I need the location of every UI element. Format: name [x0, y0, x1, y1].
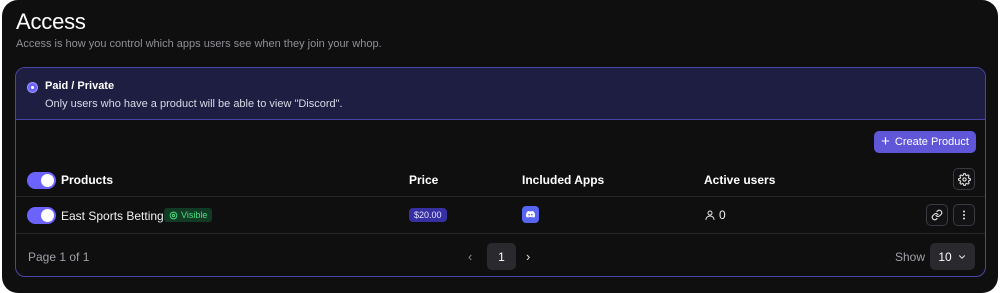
link-icon	[931, 209, 943, 221]
access-option-description: Only users who have a product will be ab…	[45, 98, 343, 110]
plus-icon: +	[881, 133, 890, 150]
header-divider	[16, 196, 985, 197]
create-product-button[interactable]: + Create Product	[874, 131, 976, 153]
visible-badge: Visible	[164, 208, 213, 222]
table-settings-button[interactable]	[953, 168, 975, 190]
page-button-current[interactable]: 1	[487, 243, 516, 270]
column-header-products: Products	[61, 173, 114, 187]
active-users-count: 0	[704, 208, 726, 222]
access-card: Paid / Private Only users who have a pro…	[15, 67, 986, 277]
page-size-value: 10	[938, 249, 952, 264]
page-size-select[interactable]: 10	[930, 243, 975, 270]
page-title: Access	[16, 9, 86, 34]
page-subtitle: Access is how you control which apps use…	[16, 38, 382, 50]
product-name[interactable]: East Sports Betting	[61, 209, 164, 223]
active-users-value: 0	[719, 208, 726, 222]
discord-icon	[522, 206, 539, 223]
more-options-button[interactable]	[953, 204, 975, 226]
row-divider	[16, 233, 985, 234]
access-option-title: Paid / Private	[45, 80, 115, 92]
toggle-product-enabled[interactable]	[27, 207, 56, 224]
copy-link-button[interactable]	[926, 204, 948, 226]
price-pill: $20.00	[409, 208, 447, 222]
column-header-included-apps: Included Apps	[522, 173, 605, 187]
show-label: Show	[895, 250, 926, 264]
more-vertical-icon	[963, 210, 965, 220]
radio-selected-icon[interactable]	[27, 82, 38, 93]
access-panel: Access Access is how you control which a…	[2, 0, 998, 293]
access-option-paid-private[interactable]: Paid / Private Only users who have a pro…	[16, 68, 985, 120]
user-icon	[705, 210, 715, 220]
chevron-left-icon[interactable]: ‹	[468, 249, 472, 264]
chevron-down-icon	[958, 254, 965, 259]
gear-icon	[957, 172, 971, 186]
column-header-active-users: Active users	[704, 173, 776, 187]
eye-icon	[169, 211, 178, 219]
column-header-price: Price	[409, 173, 439, 187]
create-product-label: Create Product	[894, 136, 969, 148]
visible-badge-label: Visible	[181, 210, 208, 220]
toggle-all-products[interactable]	[27, 172, 56, 189]
page-info: Page 1 of 1	[28, 250, 90, 264]
chevron-right-icon[interactable]: ›	[526, 249, 530, 264]
